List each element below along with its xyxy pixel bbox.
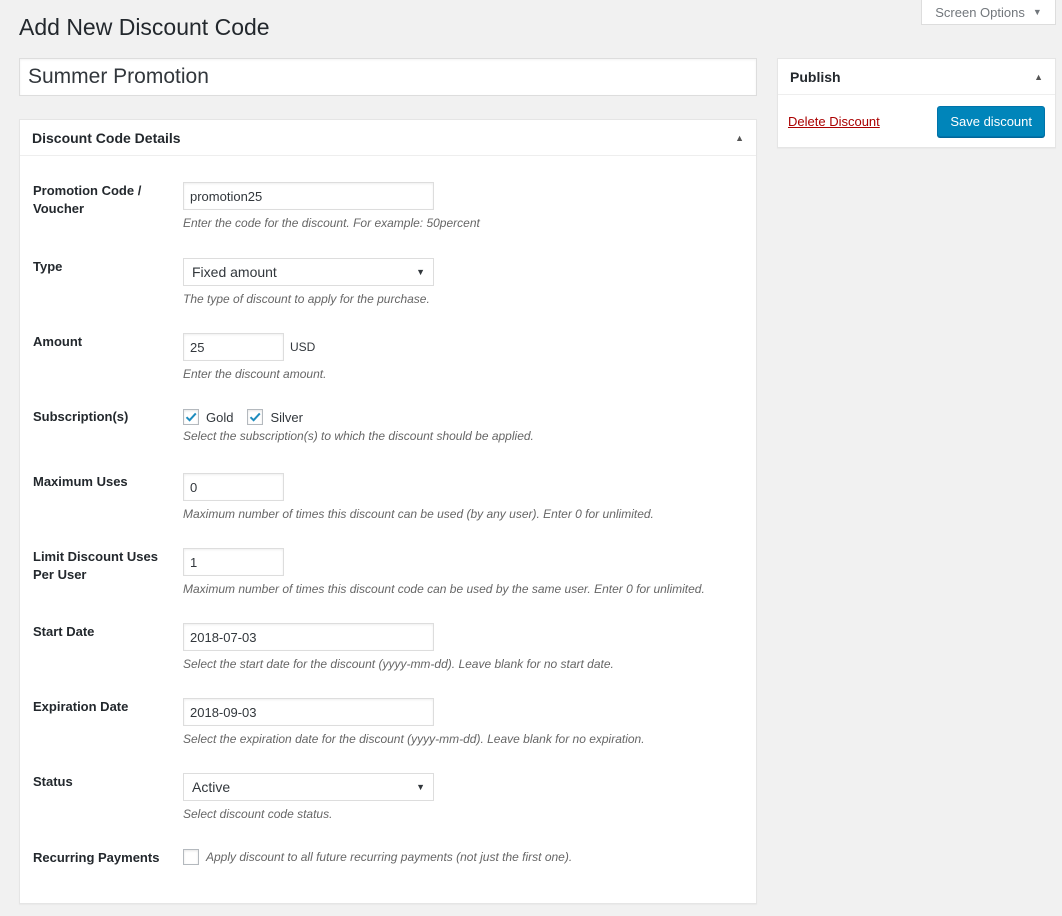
limit-per-user-input[interactable]: 1 <box>183 548 284 576</box>
discount-details-box: Discount Code Details ▲ Promotion Code /… <box>19 119 757 904</box>
expiration-date-value: 2018-09-03 <box>190 704 257 720</box>
status-description: Select discount code status. <box>183 807 333 821</box>
dropdown-arrow-icon: ▼ <box>416 782 425 792</box>
limit-per-user-value: 1 <box>190 554 198 570</box>
subscriptions-description: Select the subscription(s) to which the … <box>183 429 534 443</box>
expiration-date-label: Expiration Date <box>33 699 129 714</box>
maximum-uses-description: Maximum number of times this discount ca… <box>183 507 654 521</box>
limit-per-user-label: Limit Discount Uses Per User <box>33 549 158 582</box>
recurring-payments-label: Recurring Payments <box>33 850 160 865</box>
limit-per-user-description: Maximum number of times this discount co… <box>183 582 705 596</box>
promotion-code-input[interactable]: promotion25 <box>183 182 434 210</box>
status-label: Status <box>33 774 73 789</box>
start-date-label: Start Date <box>33 624 95 639</box>
expiration-date-input[interactable]: 2018-09-03 <box>183 698 434 726</box>
type-description: The type of discount to apply for the pu… <box>183 292 430 306</box>
maximum-uses-input[interactable]: 0 <box>183 473 284 501</box>
caret-down-icon: ▼ <box>1032 7 1042 17</box>
promotion-code-label: Promotion Code / Voucher <box>33 183 142 216</box>
amount-input[interactable]: 25 <box>183 333 284 361</box>
details-heading: Discount Code Details <box>32 129 181 146</box>
maximum-uses-value: 0 <box>190 479 198 495</box>
type-label: Type <box>33 259 63 274</box>
expiration-date-description: Select the expiration date for the disco… <box>183 732 645 746</box>
discount-title-input[interactable]: Summer Promotion <box>19 58 757 96</box>
save-discount-button[interactable]: Save discount <box>937 105 1045 137</box>
recurring-payments-checkbox[interactable] <box>183 849 199 865</box>
start-date-description: Select the start date for the discount (… <box>183 657 614 671</box>
currency-unit: USD <box>290 340 316 354</box>
collapse-toggle-icon[interactable]: ▲ <box>735 133 744 143</box>
promotion-code-value: promotion25 <box>190 188 263 204</box>
type-select[interactable]: Fixed amount ▼ <box>183 258 434 286</box>
maximum-uses-label: Maximum Uses <box>33 474 128 489</box>
start-date-value: 2018-07-03 <box>190 629 257 645</box>
publish-heading: Publish <box>790 68 841 85</box>
collapse-toggle-icon[interactable]: ▲ <box>1034 72 1043 82</box>
screen-options-label: Screen Options <box>935 4 1025 20</box>
dropdown-arrow-icon: ▼ <box>416 267 425 277</box>
silver-checkbox-label[interactable]: Silver <box>270 410 303 425</box>
screen-options-button[interactable]: Screen Options ▼ <box>921 0 1056 25</box>
delete-discount-link[interactable]: Delete Discount <box>788 114 880 129</box>
checkmark-icon <box>185 412 197 422</box>
publish-header: Publish ▲ <box>778 59 1055 95</box>
subscriptions-label: Subscription(s) <box>33 409 129 424</box>
type-selected-value: Fixed amount <box>192 264 277 280</box>
recurring-payments-description[interactable]: Apply discount to all future recurring p… <box>206 850 572 864</box>
status-select[interactable]: Active ▼ <box>183 773 434 801</box>
amount-value: 25 <box>190 339 205 355</box>
gold-checkbox-label[interactable]: Gold <box>206 410 233 425</box>
silver-checkbox[interactable] <box>247 409 264 425</box>
page-title: Add New Discount Code <box>19 14 270 40</box>
checkmark-icon <box>250 412 262 422</box>
publish-box: Publish ▲ Delete Discount Save discount <box>777 58 1056 148</box>
amount-label: Amount <box>33 334 83 349</box>
details-header: Discount Code Details ▲ <box>20 120 756 156</box>
discount-title-value: Summer Promotion <box>28 65 209 88</box>
start-date-input[interactable]: 2018-07-03 <box>183 623 434 651</box>
gold-checkbox[interactable] <box>183 409 199 425</box>
amount-description: Enter the discount amount. <box>183 367 327 381</box>
status-selected-value: Active <box>192 779 231 795</box>
promotion-code-description: Enter the code for the discount. For exa… <box>183 216 480 230</box>
